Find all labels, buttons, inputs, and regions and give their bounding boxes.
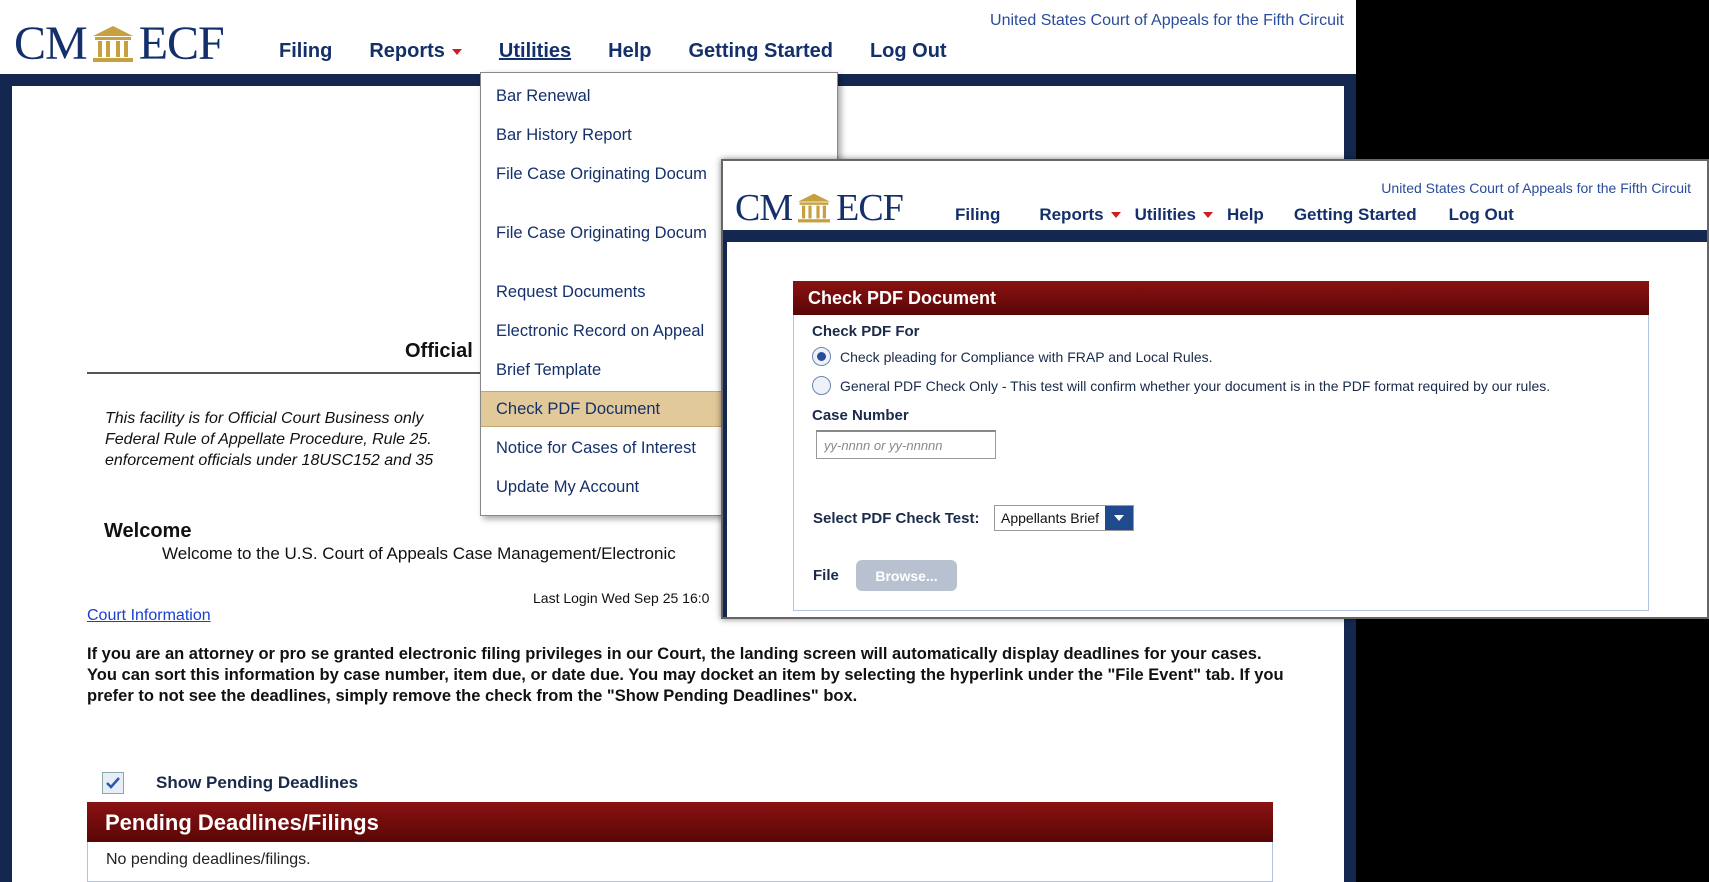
main-nav: Filing Reports Utilities Help Getting St…: [279, 40, 984, 63]
caret-down-icon: [1202, 212, 1213, 218]
pdf-check-test-select[interactable]: Appellants Brief: [994, 505, 1135, 531]
courthouse-icon: [92, 26, 133, 62]
file-label: File: [813, 567, 839, 584]
nav-utilities[interactable]: Utilities: [1135, 205, 1213, 225]
official-title: Official: [405, 340, 473, 362]
official-notice: This facility is for Official Court Busi…: [105, 408, 485, 471]
show-pending-checkbox[interactable]: [102, 772, 124, 794]
check-pdf-header: Check PDF Document: [793, 281, 1649, 315]
notice-line: enforcement officials under 18USC152 and…: [105, 452, 434, 469]
radio-frap-compliance[interactable]: [812, 347, 831, 366]
nav-filing[interactable]: Filing: [279, 40, 332, 63]
welcome-text: Welcome to the U.S. Court of Appeals Cas…: [162, 544, 676, 563]
nav-getting-started-label: Getting Started: [688, 40, 833, 62]
cmecf-logo[interactable]: CM ECF: [14, 17, 225, 70]
show-pending-label: Show Pending Deadlines: [156, 773, 359, 792]
nav-filing-label: Filing: [279, 40, 333, 62]
nav-filing[interactable]: Filing: [955, 205, 1000, 225]
nav-getting-started[interactable]: Getting Started: [1294, 205, 1417, 225]
notice-line: This facility is for Official Court Busi…: [105, 410, 424, 427]
court-name: United States Court of Appeals for the F…: [990, 12, 1344, 29]
case-number-label: Case Number: [812, 407, 909, 424]
logo-text-right: ECF: [138, 17, 225, 70]
caret-down-icon: [451, 48, 462, 55]
nav-log-out-label: Log Out: [1448, 205, 1514, 224]
nav-getting-started-label: Getting Started: [1293, 205, 1417, 224]
nav-help[interactable]: Help: [608, 40, 651, 63]
check-pdf-window: CM ECF United States Court of Appeals fo…: [721, 159, 1709, 619]
pending-deadlines-header: Pending Deadlines/Filings: [87, 802, 1273, 842]
last-login: Last Login Wed Sep 25 16:0: [533, 590, 710, 606]
pdf-check-test-value: Appellants Brief: [995, 506, 1106, 530]
nav-help[interactable]: Help: [1227, 205, 1264, 225]
select-test-label: Select PDF Check Test:: [813, 510, 980, 527]
court-name: United States Court of Appeals for the F…: [1381, 180, 1691, 196]
nav-log-out-label: Log Out: [869, 40, 947, 62]
top-header: CM ECF United States Court of Appeals fo…: [0, 0, 1356, 74]
dropdown-arrow-icon: [1105, 506, 1134, 530]
pending-deadlines-body: No pending deadlines/filings.: [87, 842, 1273, 882]
nav-help-label: Help: [1226, 205, 1264, 224]
logo-text-left: CM: [14, 17, 88, 70]
radio-frap-label: Check pleading for Compliance with FRAP …: [840, 348, 1213, 365]
court-information-link[interactable]: Court Information: [87, 607, 211, 625]
notice-line: Federal Rule of Appellate Procedure, Rul…: [105, 431, 432, 448]
logo-text-left: CM: [735, 187, 793, 229]
checkmark-icon: [106, 777, 120, 789]
radio-selected-dot: [817, 352, 826, 361]
radio-general-label: General PDF Check Only - This test will …: [840, 377, 1551, 394]
courthouse-icon: [798, 193, 831, 223]
radio-row-frap: Check pleading for Compliance with FRAP …: [812, 347, 1213, 366]
check-pdf-for-label: Check PDF For: [812, 323, 920, 340]
browse-button[interactable]: Browse...: [856, 560, 957, 591]
deadlines-paragraph: If you are an attorney or pro se granted…: [87, 645, 1284, 705]
logo-text-right: ECF: [836, 187, 904, 229]
nav-utilities-label: Utilities: [498, 40, 572, 62]
menu-item-bar-renewal[interactable]: Bar Renewal: [481, 78, 837, 114]
nav-log-out[interactable]: Log Out: [870, 40, 947, 63]
nav-utilities[interactable]: Utilities: [499, 40, 571, 63]
nav-reports-label: Reports: [1039, 205, 1104, 224]
radio-general-pdf-check[interactable]: [812, 376, 831, 395]
nav-getting-started[interactable]: Getting Started: [689, 40, 833, 63]
nav-reports[interactable]: Reports: [1039, 205, 1121, 225]
overlay-nav: Filing Reports Utilities Help Getting St…: [955, 205, 1514, 225]
nav-filing-label: Filing: [955, 205, 1001, 224]
welcome-heading: Welcome: [104, 520, 192, 542]
show-pending-row: Show Pending Deadlines: [102, 772, 358, 794]
menu-item-bar-history-report[interactable]: Bar History Report: [481, 117, 837, 153]
nav-log-out[interactable]: Log Out: [1449, 205, 1514, 225]
nav-utilities-label: Utilities: [1134, 205, 1196, 224]
nav-reports-label: Reports: [369, 40, 445, 62]
nav-reports[interactable]: Reports: [369, 40, 462, 63]
cmecf-logo[interactable]: CM ECF: [735, 187, 904, 229]
case-number-input[interactable]: [816, 430, 996, 459]
caret-down-icon: [1110, 212, 1121, 218]
radio-row-general: General PDF Check Only - This test will …: [812, 376, 1550, 395]
nav-help-label: Help: [608, 40, 652, 62]
